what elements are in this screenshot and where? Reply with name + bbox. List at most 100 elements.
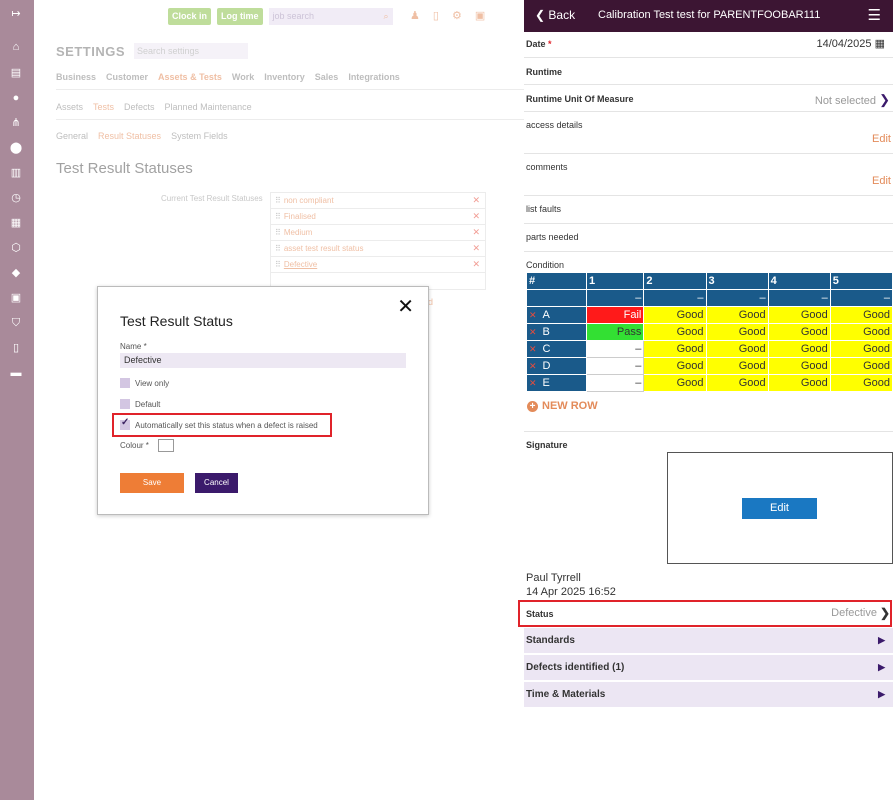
signature-edit-button[interactable]: Edit: [742, 498, 817, 519]
list-item[interactable]: ⠿ Medium ✕: [271, 225, 485, 241]
section-time-materials[interactable]: Time & Materials ▶: [524, 682, 893, 708]
grid-cell[interactable]: Good: [829, 374, 893, 392]
section-defects-identified[interactable]: Defects identified (1) ▶: [524, 655, 893, 681]
box-icon[interactable]: ⬡: [9, 241, 23, 255]
cancel-button[interactable]: Cancel: [195, 473, 238, 493]
shield-icon[interactable]: ⛉: [9, 316, 23, 330]
colour-picker[interactable]: [158, 439, 174, 452]
drag-handle-icon[interactable]: ⠿: [275, 244, 281, 253]
subtab-planned-maintenance[interactable]: Planned Maintenance: [165, 102, 252, 112]
settings-search-input[interactable]: Search settings: [134, 43, 248, 59]
access-edit-link[interactable]: Edit: [872, 133, 891, 145]
tab-business[interactable]: Business: [56, 72, 96, 82]
grid-cell[interactable]: Good: [829, 306, 893, 324]
list-item[interactable]: ⠿ asset test result status ✕: [271, 241, 485, 257]
remove-icon[interactable]: ✕: [472, 227, 480, 238]
grid-cell[interactable]: –: [585, 374, 645, 392]
remove-row-icon[interactable]: ✕: [529, 361, 537, 371]
mobile-icon[interactable]: ▯: [433, 9, 439, 22]
access-details-field[interactable]: access details Edit: [524, 112, 893, 154]
grid-cell[interactable]: Good: [643, 323, 707, 341]
column-dropdown[interactable]: –: [643, 289, 707, 307]
grid-cell[interactable]: Good: [767, 323, 831, 341]
log-time-button[interactable]: Log time: [217, 7, 263, 25]
tab-integrations[interactable]: Integrations: [348, 72, 400, 82]
grid-cell[interactable]: –: [585, 357, 645, 375]
back-button[interactable]: ❮ Back: [535, 8, 575, 22]
close-icon[interactable]: ✕: [397, 295, 414, 319]
remove-icon[interactable]: ✕: [472, 259, 480, 270]
remove-icon[interactable]: ✕: [472, 211, 480, 222]
bell-icon[interactable]: ♟: [410, 9, 420, 22]
column-dropdown[interactable]: –: [767, 289, 831, 307]
grid-cell[interactable]: Pass: [585, 323, 645, 341]
tab-assets-tests[interactable]: Assets & Tests: [158, 72, 222, 82]
clock-icon[interactable]: ◷: [9, 191, 23, 205]
chevron-right-icon[interactable]: ❯: [879, 92, 890, 107]
column-dropdown[interactable]: –: [829, 289, 893, 307]
runtime-uom-field[interactable]: Runtime Unit Of Measure Not selected ❯: [524, 85, 893, 112]
grid-cell[interactable]: Good: [643, 340, 707, 358]
grid-cell[interactable]: Good: [705, 374, 769, 392]
clock-in-button[interactable]: Clock in: [168, 7, 212, 25]
gear-icon[interactable]: ⚙: [452, 9, 462, 22]
checkbox-box[interactable]: [120, 399, 130, 409]
tab-customer[interactable]: Customer: [106, 72, 148, 82]
subtab-assets[interactable]: Assets: [56, 102, 83, 112]
grid-cell[interactable]: Good: [705, 323, 769, 341]
price-tag-icon[interactable]: ◆: [9, 266, 23, 280]
drag-handle-icon[interactable]: ⠿: [275, 196, 281, 205]
tag-icon[interactable]: ⌂: [9, 40, 23, 54]
date-field[interactable]: Date * 14/04/2025 ▦: [524, 32, 893, 58]
remove-icon[interactable]: ✕: [472, 195, 480, 206]
remove-row-icon[interactable]: ✕: [529, 344, 537, 354]
list-item[interactable]: ⠿ non compliant ✕: [271, 193, 485, 209]
inbox-icon[interactable]: ▣: [475, 9, 485, 22]
grid-cell[interactable]: Good: [643, 357, 707, 375]
tab-work[interactable]: Work: [232, 72, 254, 82]
assets-icon[interactable]: ▥: [9, 166, 23, 180]
grid-cell[interactable]: Good: [705, 357, 769, 375]
comments-field[interactable]: comments Edit: [524, 154, 893, 196]
save-button[interactable]: Save: [120, 473, 184, 493]
remove-row-icon[interactable]: ✕: [529, 327, 537, 337]
checkbox-box[interactable]: [120, 378, 130, 388]
grid-cell[interactable]: Good: [767, 357, 831, 375]
grid-cell[interactable]: Good: [767, 306, 831, 324]
remove-row-icon[interactable]: ✕: [529, 378, 537, 388]
remove-icon[interactable]: ✕: [472, 243, 480, 254]
column-dropdown[interactable]: –: [705, 289, 769, 307]
parts-needed-field[interactable]: parts needed: [524, 224, 893, 252]
menu-icon[interactable]: ☰: [868, 6, 881, 24]
job-search-input[interactable]: job search ⌕: [268, 7, 393, 25]
column-dropdown[interactable]: –: [585, 289, 645, 307]
drag-handle-icon[interactable]: ⠿: [275, 212, 281, 221]
runtime-field[interactable]: Runtime: [524, 58, 893, 85]
drag-handle-icon[interactable]: ⠿: [275, 228, 281, 237]
checklist-icon[interactable]: ▦: [9, 216, 23, 230]
subsubtab-system-fields[interactable]: System Fields: [171, 131, 228, 141]
tab-sales[interactable]: Sales: [315, 72, 339, 82]
list-item[interactable]: ⠿ Finalised ✕: [271, 209, 485, 225]
grid-cell[interactable]: Good: [643, 374, 707, 392]
subsubtab-result-statuses[interactable]: Result Statuses: [98, 131, 161, 141]
subtab-tests[interactable]: Tests: [93, 102, 114, 112]
view-only-checkbox[interactable]: View only: [120, 378, 169, 388]
comments-edit-link[interactable]: Edit: [872, 175, 891, 187]
document-icon[interactable]: ▤: [9, 66, 23, 80]
subsubtab-general[interactable]: General: [56, 131, 88, 141]
scan-icon[interactable]: ▣: [9, 291, 23, 305]
grid-cell[interactable]: Good: [705, 340, 769, 358]
grid-cell[interactable]: Good: [829, 357, 893, 375]
list-faults-field[interactable]: list faults: [524, 196, 893, 224]
remove-row-icon[interactable]: ✕: [529, 310, 537, 320]
grid-cell[interactable]: Fail: [585, 306, 645, 324]
hierarchy-icon[interactable]: ⋔: [9, 116, 23, 130]
name-input[interactable]: Defective: [120, 353, 406, 368]
list-item[interactable]: ⠿ Defective ✕: [271, 257, 485, 273]
grid-cell[interactable]: Good: [829, 340, 893, 358]
drag-handle-icon[interactable]: ⠿: [275, 260, 281, 269]
user-icon[interactable]: ●: [9, 91, 23, 105]
grid-cell[interactable]: Good: [643, 306, 707, 324]
section-standards[interactable]: Standards ▶: [524, 628, 893, 654]
